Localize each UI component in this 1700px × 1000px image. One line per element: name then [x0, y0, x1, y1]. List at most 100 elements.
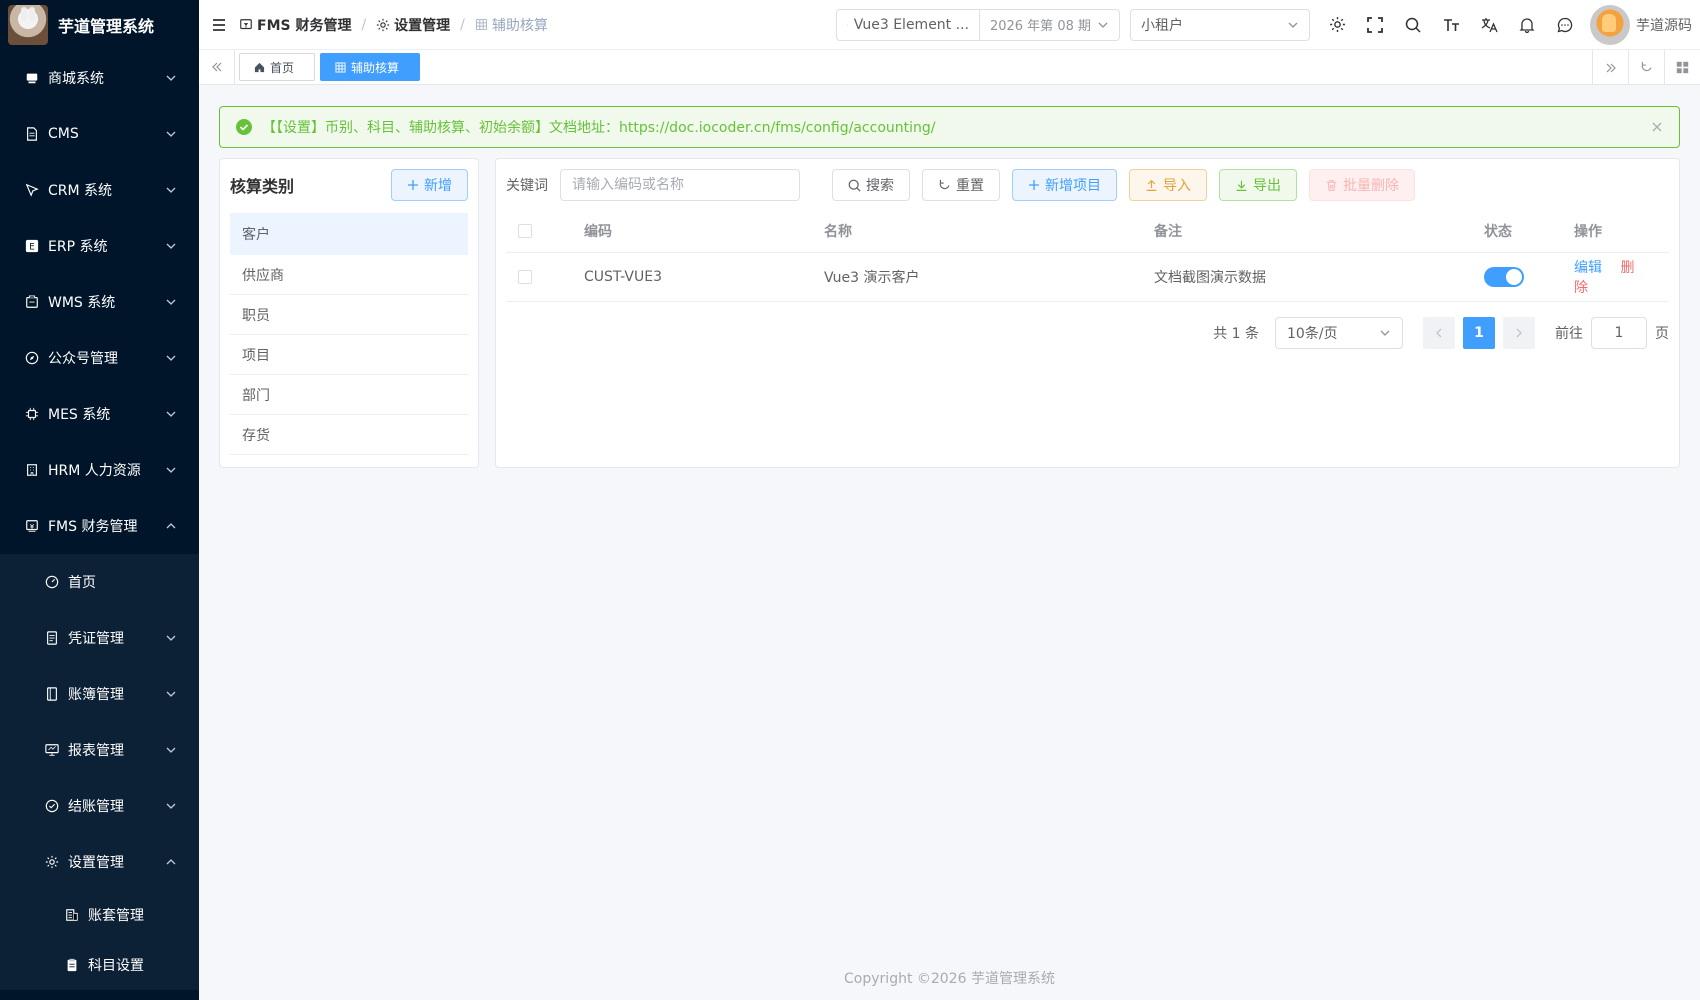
sidebar-item-ledger[interactable]: 账套管理: [0, 890, 199, 940]
batch-delete-button[interactable]: 批量删除: [1309, 169, 1415, 201]
user-name[interactable]: 芋道源码: [1636, 15, 1692, 35]
font-size-button[interactable]: [1432, 0, 1470, 50]
tags-scroll-left[interactable]: [199, 49, 235, 85]
select-all-checkbox[interactable]: [518, 224, 532, 239]
reset-button[interactable]: 重置: [922, 169, 1000, 201]
ledger-name-text: Vue3 Element ...: [853, 16, 969, 33]
sidebar-item-book[interactable]: 账簿管理: [0, 666, 199, 722]
sidebar-item-mes[interactable]: MES 系统: [0, 386, 199, 442]
breadcrumb: FMS 财务管理 / 设置管理 / 辅助核算: [239, 15, 548, 35]
logo[interactable]: 芋道管理系统: [0, 0, 199, 50]
ledger-icon: [64, 907, 80, 923]
plus-icon: [1029, 180, 1039, 190]
tags-actions: [1592, 50, 1700, 85]
prev-page-button[interactable]: [1423, 316, 1455, 349]
chevron-down-icon: [166, 187, 176, 193]
grid-icon: [476, 19, 487, 30]
import-button[interactable]: 导入: [1129, 169, 1207, 201]
footer-copyright: Copyright ©2026 芋道管理系统: [844, 971, 1055, 987]
category-item-customer[interactable]: 客户: [230, 213, 468, 255]
page-size-select[interactable]: 10条/页: [1275, 316, 1403, 349]
button-label: 搜索: [866, 178, 894, 194]
gear-icon: [1329, 17, 1345, 32]
edit-link[interactable]: 编辑: [1574, 260, 1602, 276]
sidebar-item-wechat[interactable]: 公众号管理: [0, 330, 199, 386]
sidebar-item-voucher[interactable]: 凭证管理: [0, 610, 199, 666]
add-category-button[interactable]: 新增: [391, 169, 468, 201]
breadcrumb-item-settings[interactable]: 设置管理: [376, 15, 450, 35]
tags-scroll-right[interactable]: [1592, 50, 1628, 85]
font-size-icon: [1443, 18, 1459, 31]
sidebar-item-label: 公众号管理: [48, 351, 118, 367]
app-title: 芋道管理系统: [58, 17, 155, 36]
fullscreen-button[interactable]: [1356, 0, 1394, 50]
sidebar-item-closing[interactable]: 结账管理: [0, 778, 199, 834]
sidebar-item-settings[interactable]: 设置管理: [0, 834, 199, 890]
chevron-down-icon: [166, 691, 176, 697]
category-item-employee[interactable]: 职员: [230, 295, 468, 335]
page-size-text: 10条/页: [1287, 325, 1338, 342]
category-panel: 核算类别 新增 客户 供应商 职员 项目 部门 存货: [219, 158, 479, 468]
chevron-down-icon: [166, 635, 176, 641]
fullscreen-icon: [1367, 16, 1383, 33]
grid-icon: [335, 61, 346, 73]
message-button[interactable]: [1546, 0, 1584, 50]
category-item-department[interactable]: 部门: [230, 375, 468, 415]
tenant-select[interactable]: 小租户: [1130, 8, 1310, 41]
sidebar-item-cms[interactable]: CMS: [0, 106, 199, 162]
ledger-name[interactable]: Vue3 Element ...: [837, 9, 980, 40]
page-number[interactable]: 1: [1463, 316, 1495, 349]
tag-accounting[interactable]: 辅助核算: [320, 53, 421, 81]
category-item-project[interactable]: 项目: [230, 335, 468, 375]
add-item-button[interactable]: 新增项目: [1012, 169, 1117, 201]
search-button[interactable]: 搜索: [832, 169, 910, 201]
row-checkbox[interactable]: [518, 269, 532, 284]
sidebar-item-label: ERP 系统: [48, 239, 108, 255]
download-icon: [1236, 180, 1247, 191]
sidebar-item-crm[interactable]: CRM 系统: [0, 162, 199, 218]
main-content: 【【设置】币别、科目、辅助核算、初始余额】文档地址：https://doc.io…: [199, 86, 1700, 1000]
sidebar-item-label: 账簿管理: [68, 687, 124, 703]
period-select[interactable]: 2026 年第 08 期: [980, 15, 1119, 34]
category-item-inventory[interactable]: 存货: [230, 415, 468, 455]
sidebar-item-fms[interactable]: FMS 财务管理: [0, 498, 199, 554]
sidebar-item-erp[interactable]: E ERP 系统: [0, 218, 199, 274]
goto-label: 前往: [1555, 325, 1583, 342]
sidebar-item-wms[interactable]: WMS 系统: [0, 274, 199, 330]
settings-button[interactable]: [1318, 0, 1356, 50]
chevron-down-icon: [166, 467, 176, 473]
export-button[interactable]: 导出: [1219, 169, 1297, 201]
ledger-select[interactable]: Vue3 Element ... 2026 年第 08 期: [836, 8, 1120, 41]
status-switch[interactable]: [1484, 266, 1524, 287]
next-page-button[interactable]: [1503, 316, 1535, 349]
col-remark: 备注: [1142, 211, 1472, 253]
item-table: 编码 名称 备注 状态 操作 CUST-VUE3 Vue3 演示客户 文档截图演…: [506, 211, 1669, 302]
cell-code: CUST-VUE3: [572, 252, 812, 302]
sidebar-item-fms-home[interactable]: 首页: [0, 554, 199, 610]
search-button[interactable]: [1394, 0, 1432, 50]
sidebar-item-hrm[interactable]: HRM 人力资源: [0, 442, 199, 498]
tags-menu-button[interactable]: [1664, 50, 1700, 85]
sidebar-item-subject[interactable]: 科目设置: [0, 940, 199, 990]
notification-button[interactable]: [1508, 0, 1546, 50]
hamburger-button[interactable]: [199, 17, 239, 33]
menu-icon: [213, 18, 225, 31]
sidebar-item-label: CMS: [48, 126, 79, 142]
avatar[interactable]: [1590, 4, 1630, 45]
chat-icon: [1557, 17, 1573, 32]
goto-page-input[interactable]: [1591, 316, 1647, 349]
category-item-supplier[interactable]: 供应商: [230, 255, 468, 295]
keyword-input[interactable]: [560, 169, 800, 201]
sidebar-item-label: CRM 系统: [48, 183, 113, 199]
language-button[interactable]: [1470, 0, 1508, 50]
sidebar-item-label: 凭证管理: [68, 631, 124, 647]
breadcrumb-item-fms[interactable]: FMS 财务管理: [239, 15, 351, 35]
refresh-button[interactable]: [1628, 50, 1664, 85]
alert-text[interactable]: 【【设置】币别、科目、辅助核算、初始余额】文档地址：https://doc.io…: [262, 117, 1651, 137]
close-icon[interactable]: [1651, 121, 1663, 133]
sidebar-item-report[interactable]: 报表管理: [0, 722, 199, 778]
cell-actions: 编辑 删除: [1562, 252, 1669, 302]
chevron-up-icon: [166, 523, 176, 529]
sidebar-item-mall[interactable]: 商城系统: [0, 50, 199, 106]
tag-home[interactable]: 首页: [239, 53, 316, 81]
